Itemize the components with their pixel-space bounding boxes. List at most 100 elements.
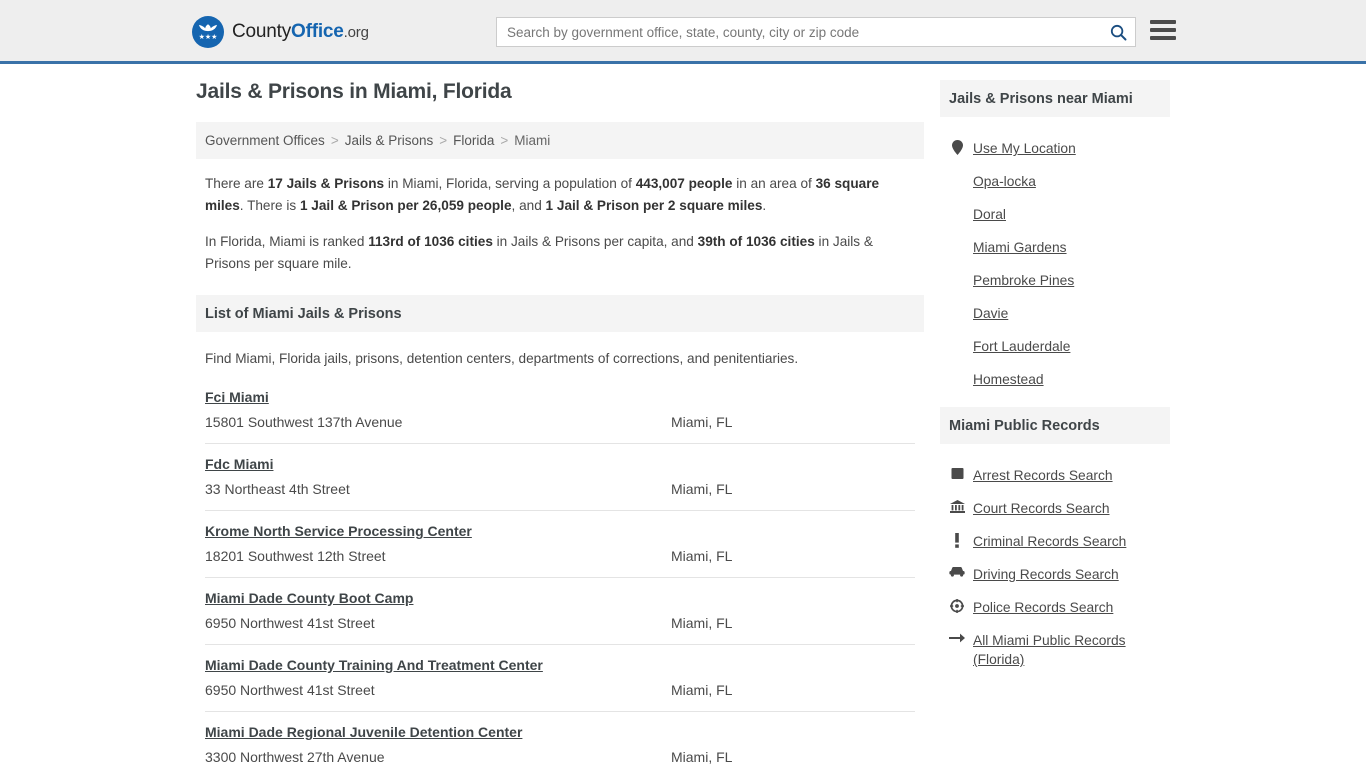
nearby-cities-list: Opa-locka Doral Miami Gardens Pembroke Pine… (949, 172, 1161, 389)
listing-name-link[interactable]: Miami Dade County Boot Camp (205, 590, 413, 606)
exclamation-icon (949, 533, 965, 548)
county-office-emblem-icon: ★★★ (192, 16, 224, 48)
map-pin-icon (949, 140, 965, 155)
listing-city-state: Miami, FL (671, 548, 733, 564)
listing-item: Miami Dade County Boot Camp 6950 Northwes… (205, 590, 915, 645)
public-record-link[interactable]: Police Records Search (973, 598, 1113, 617)
car-icon (949, 566, 965, 577)
stats-text: in Miami, Florida, serving a population … (384, 176, 636, 191)
breadcrumb-separator-icon: > (439, 133, 448, 148)
nearby-city-link[interactable]: Pembroke Pines (973, 271, 1074, 290)
listing-name-link[interactable]: Fdc Miami (205, 456, 273, 472)
stats-text: in Jails & Prisons per capita, and (492, 234, 698, 249)
sidebar-records-heading: Miami Public Records (940, 407, 1170, 444)
public-record-link[interactable]: Court Records Search (973, 499, 1110, 518)
jails-prisons-list: Fci Miami 15801 Southwest 137th Avenue Mia… (196, 389, 924, 768)
sidebar-item-all-miami-public-records-florida[interactable]: All Miami Public Records (Florida) (949, 631, 1161, 669)
stats-population: 443,007 people (635, 176, 733, 191)
nearby-city-link[interactable]: Opa-locka (973, 172, 1036, 191)
nearby-city-link[interactable]: Homestead (973, 370, 1044, 389)
listing-address: 33 Northeast 4th Street (205, 481, 350, 497)
listing-address: 6950 Northwest 41st Street (205, 615, 375, 631)
sidebar: Jails & Prisons near Miami Use My Locati… (940, 80, 1170, 683)
listing-name-link[interactable]: Miami Dade Regional Juvenile Detention C… (205, 724, 522, 740)
site-logo[interactable]: ★★★ CountyOffice.org (192, 16, 369, 48)
sidebar-item-doral[interactable]: Doral (949, 205, 1161, 224)
three-stars-icon: ★★★ (198, 34, 218, 41)
listing-name-link[interactable]: Krome North Service Processing Center (205, 523, 472, 539)
stats-text: In Florida, Miami is ranked (205, 234, 369, 249)
listing-address-row: 15801 Southwest 137th Avenue Miami, FL (205, 414, 915, 430)
listing-address-row: 6950 Northwest 41st Street Miami, FL (205, 682, 915, 698)
hamburger-bar-1 (1150, 20, 1176, 24)
sidebar-item-police-records-search[interactable]: Police Records Search (949, 598, 1161, 617)
stats-rank-per-capita: 113rd of 1036 cities (368, 234, 493, 249)
nearby-city-link[interactable]: Miami Gardens (973, 238, 1067, 257)
search-icon (1110, 24, 1126, 40)
listing-address-row: 3300 Northwest 27th Avenue Miami, FL (205, 749, 915, 765)
sidebar-item-fort-lauderdale[interactable]: Fort Lauderdale (949, 337, 1161, 356)
stats-text: in an area of (732, 176, 816, 191)
listing-city-state: Miami, FL (671, 481, 733, 497)
sidebar-item-opa-locka[interactable]: Opa-locka (949, 172, 1161, 191)
public-record-link[interactable]: Criminal Records Search (973, 532, 1126, 551)
hamburger-menu-icon[interactable] (1150, 19, 1176, 41)
sidebar-item-davie[interactable]: Davie (949, 304, 1161, 323)
nearby-city-link[interactable]: Fort Lauderdale (973, 337, 1070, 356)
sidebar-item-use-my-location[interactable]: Use My Location (949, 139, 1161, 158)
stats-paragraph-1: There are 17 Jails & Prisons in Miami, F… (205, 173, 915, 217)
use-my-location-label[interactable]: Use My Location (973, 139, 1076, 158)
listing-address-row: 33 Northeast 4th Street Miami, FL (205, 481, 915, 497)
stats-per-capita: 1 Jail & Prison per 26,059 people (299, 198, 512, 213)
sidebar-item-arrest-records-search[interactable]: Arrest Records Search (949, 466, 1161, 485)
public-record-link[interactable]: Arrest Records Search (973, 466, 1113, 485)
listing-name-link[interactable]: Fci Miami (205, 389, 269, 405)
breadcrumb-separator-icon: > (330, 133, 339, 148)
public-record-link[interactable]: All Miami Public Records (Florida) (973, 631, 1161, 669)
logo-text-org: .org (343, 24, 369, 41)
listing-address-row: 6950 Northwest 41st Street Miami, FL (205, 615, 915, 631)
logo-text-county: County (232, 21, 292, 42)
public-records-links: Arrest Records Search Court Records Searc… (940, 444, 1170, 669)
stats-paragraph-2: In Florida, Miami is ranked 113rd of 103… (205, 231, 915, 275)
breadcrumb-item-jails-prisons[interactable]: Jails & Prisons (345, 133, 434, 148)
stats-count: 17 Jails & Prisons (267, 176, 385, 191)
breadcrumb: Government Offices > Jails & Prisons > F… (196, 122, 924, 159)
listing-item: Fdc Miami 33 Northeast 4th Street Miami, F… (205, 456, 915, 511)
stats-text: . (762, 198, 767, 213)
sidebar-item-criminal-records-search[interactable]: Criminal Records Search (949, 532, 1161, 551)
sidebar-nearby-heading: Jails & Prisons near Miami (940, 80, 1170, 117)
sidebar-item-driving-records-search[interactable]: Driving Records Search (949, 565, 1161, 584)
stats-text: , and (511, 198, 546, 213)
nearby-city-link[interactable]: Davie (973, 304, 1008, 323)
sidebar-item-homestead[interactable]: Homestead (949, 370, 1161, 389)
breadcrumb-item-government-offices[interactable]: Government Offices (205, 133, 325, 148)
main-content: Jails & Prisons in Miami, Florida Govern… (196, 80, 924, 768)
listing-item: Fci Miami 15801 Southwest 137th Avenue Mia… (205, 389, 915, 444)
listing-item: Miami Dade Regional Juvenile Detention C… (205, 724, 915, 768)
logo-wordmark: CountyOffice.org (232, 21, 369, 43)
listing-address: 6950 Northwest 41st Street (205, 682, 375, 698)
breadcrumb-separator-icon: > (500, 133, 509, 148)
fingerprint-icon (949, 467, 965, 480)
listing-city-state: Miami, FL (671, 615, 733, 631)
stats-per-area: 1 Jail & Prison per 2 square miles (545, 198, 763, 213)
courthouse-icon (949, 500, 965, 513)
eagle-wings-icon (199, 24, 217, 32)
stats-text: There are (205, 176, 268, 191)
nearby-city-link[interactable]: Doral (973, 205, 1006, 224)
listing-city-state: Miami, FL (671, 682, 733, 698)
listing-address: 3300 Northwest 27th Avenue (205, 749, 385, 765)
breadcrumb-item-florida[interactable]: Florida (453, 133, 494, 148)
search-button[interactable] (1101, 18, 1135, 46)
hamburger-bar-3 (1150, 36, 1176, 40)
listing-name-link[interactable]: Miami Dade County Training And Treatment… (205, 657, 543, 673)
public-record-link[interactable]: Driving Records Search (973, 565, 1119, 584)
search-bar[interactable] (496, 17, 1136, 47)
page-title: Jails & Prisons in Miami, Florida (196, 80, 512, 103)
sidebar-item-court-records-search[interactable]: Court Records Search (949, 499, 1161, 518)
sidebar-item-pembroke-pines[interactable]: Pembroke Pines (949, 271, 1161, 290)
sidebar-item-miami-gardens[interactable]: Miami Gardens (949, 238, 1161, 257)
search-input[interactable] (497, 18, 1101, 46)
stats-rank-per-area: 39th of 1036 cities (697, 234, 815, 249)
